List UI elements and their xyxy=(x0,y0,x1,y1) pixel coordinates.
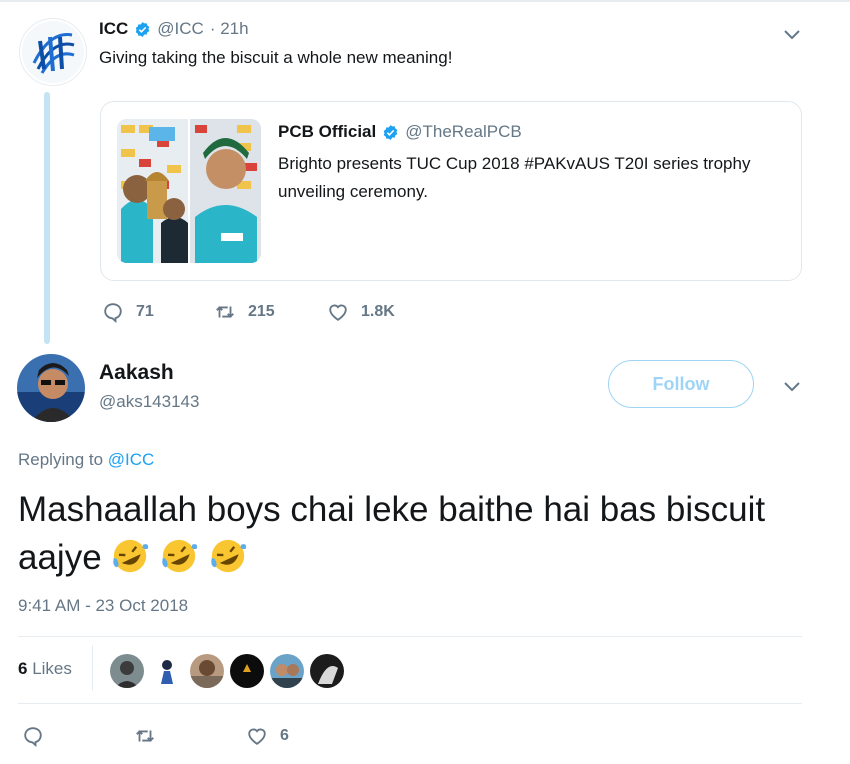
likes-summary[interactable]: 6 Likes xyxy=(18,659,72,679)
reply-action[interactable] xyxy=(22,725,44,747)
icc-tweet-text: Giving taking the biscuit a whole new me… xyxy=(99,48,453,67)
icc-name[interactable]: ICC xyxy=(99,19,128,39)
liker-avatar[interactable] xyxy=(228,652,266,690)
like-action[interactable]: 1.8K xyxy=(327,301,395,323)
reply-action[interactable]: 71 xyxy=(102,301,154,323)
liker-avatar[interactable] xyxy=(148,652,186,690)
icc-time[interactable]: · 21h xyxy=(210,19,249,39)
rofl-emoji-icon xyxy=(113,539,149,573)
aakash-handle[interactable]: @aks143143 xyxy=(99,392,199,412)
retweet-action[interactable]: 215 xyxy=(214,301,275,323)
liker-avatar[interactable] xyxy=(188,652,226,690)
like-action[interactable]: 6 xyxy=(246,725,289,747)
tweet-timestamp[interactable]: 9:41 AM - 23 Oct 2018 xyxy=(18,596,188,616)
top-border xyxy=(0,0,850,2)
icc-avatar[interactable] xyxy=(19,18,87,86)
verified-badge-icon xyxy=(136,21,150,37)
aakash-name[interactable]: Aakash xyxy=(99,361,174,385)
quote-handle: @TheRealPCB xyxy=(405,122,522,141)
divider xyxy=(18,636,802,637)
icc-header: ICC @ICC · 21h xyxy=(99,19,249,39)
aakash-avatar[interactable] xyxy=(17,354,85,422)
liker-avatar[interactable] xyxy=(108,652,146,690)
heart-icon xyxy=(329,304,347,321)
reply-count: 71 xyxy=(136,303,154,320)
icc-handle[interactable]: @ICC xyxy=(157,19,204,39)
thread-line xyxy=(44,92,50,344)
like-count: 1.8K xyxy=(361,303,395,320)
retweet-icon xyxy=(136,730,154,742)
heart-icon xyxy=(248,728,266,745)
rofl-emoji-icon xyxy=(162,539,198,573)
rofl-emoji-icon xyxy=(211,539,247,573)
follow-button[interactable]: Follow xyxy=(608,360,754,408)
chevron-down-icon[interactable] xyxy=(781,380,803,394)
reply-tweet-text: Mashaallah boys chai leke baithe hai bas… xyxy=(18,486,818,582)
retweet-count: 215 xyxy=(248,303,275,320)
reply-icon xyxy=(104,303,122,323)
replying-to: Replying to @ICC xyxy=(18,450,154,470)
likes-separator xyxy=(92,645,93,691)
likes-label: Likes xyxy=(32,659,72,678)
quote-name: PCB Official xyxy=(278,122,377,141)
likes-count: 6 xyxy=(18,659,28,678)
divider xyxy=(18,703,802,704)
quoted-tweet-image[interactable] xyxy=(117,119,261,263)
liker-avatar[interactable] xyxy=(268,652,306,690)
reply-icon xyxy=(24,727,42,747)
quote-header: PCB Official @TheRealPCB xyxy=(278,122,522,142)
replying-prefix: Replying to xyxy=(18,450,104,469)
replying-mention-link[interactable]: @ICC xyxy=(108,450,155,469)
verified-badge-icon xyxy=(384,124,398,140)
like-count: 6 xyxy=(280,727,289,744)
chevron-down-icon[interactable] xyxy=(781,28,803,42)
quoted-tweet-card[interactable]: PCB Official @TheRealPCB Brighto present… xyxy=(100,101,802,281)
liker-avatar[interactable] xyxy=(308,652,346,690)
quote-text: Brighto presents TUC Cup 2018 #PAKvAUS T… xyxy=(278,154,751,201)
retweet-action[interactable] xyxy=(134,725,156,747)
retweet-icon xyxy=(216,306,234,318)
